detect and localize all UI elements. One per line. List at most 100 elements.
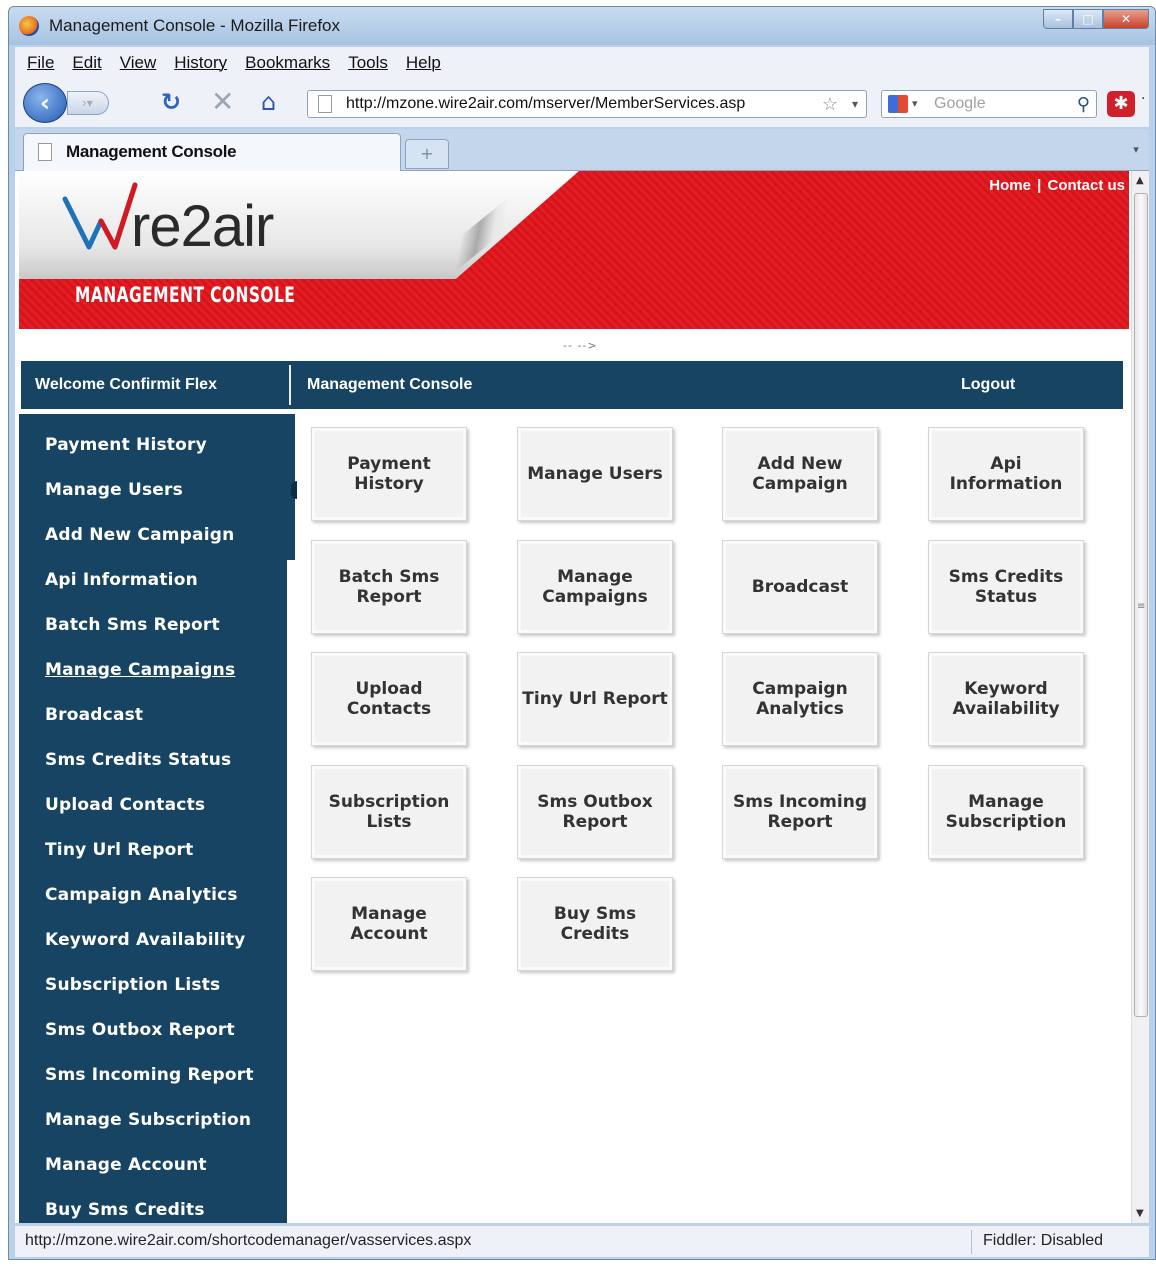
sidebar-item-sms-incoming-report[interactable]: Sms Incoming Report [45, 1065, 254, 1085]
back-button[interactable]: ‹ [23, 83, 67, 123]
logout-link[interactable]: Logout [961, 376, 1015, 394]
tab-list-dropdown-icon[interactable]: ▾ [1127, 143, 1145, 165]
tile-subscription-lists[interactable]: Subscription Lists [311, 765, 467, 859]
tile-sms-credits-status[interactable]: Sms Credits Status [928, 540, 1084, 634]
tile-tiny-url-report[interactable]: Tiny Url Report [517, 652, 673, 746]
addon-icon[interactable]: ✱ [1107, 91, 1135, 117]
fiddler-status[interactable]: Fiddler: Disabled [983, 1232, 1103, 1250]
status-divider [971, 1230, 972, 1254]
search-icon[interactable]: ⚲ [1077, 91, 1090, 117]
new-tab-button[interactable]: + [405, 139, 449, 169]
menu-view[interactable]: View [120, 53, 157, 73]
sidebar-notch-tip [291, 481, 297, 499]
tile-batch-sms-report[interactable]: Batch Sms Report [311, 540, 467, 634]
page-icon [318, 95, 332, 113]
toolbar-overflow-icon[interactable]: · [1141, 91, 1145, 107]
window-title: Management Console - Mozilla Firefox [49, 16, 341, 35]
page-title: Management Console [307, 376, 473, 393]
bookmark-star-icon[interactable]: ☆ [822, 91, 838, 117]
sidebar-item-sms-outbox-report[interactable]: Sms Outbox Report [45, 1020, 235, 1040]
tile-campaign-analytics[interactable]: Campaign Analytics [722, 652, 878, 746]
tile-api-information[interactable]: Api Information [928, 427, 1084, 521]
maximize-button[interactable]: □ [1073, 9, 1103, 29]
sidebar-item-buy-sms-credits[interactable]: Buy Sms Credits [45, 1200, 205, 1220]
search-input[interactable]: ▾ Google ⚲ [881, 90, 1097, 118]
search-placeholder: Google [934, 95, 986, 112]
tile-sms-incoming-report[interactable]: Sms Incoming Report [722, 765, 878, 859]
tile-manage-users[interactable]: Manage Users [517, 427, 673, 521]
sidebar-item-manage-account[interactable]: Manage Account [45, 1155, 207, 1175]
tile-sms-outbox-report[interactable]: Sms Outbox Report [517, 765, 673, 859]
sidebar-item-tiny-url-report[interactable]: Tiny Url Report [45, 840, 193, 860]
forward-dropdown-icon: ›▾ [82, 96, 93, 110]
sidebar-item-upload-contacts[interactable]: Upload Contacts [45, 795, 205, 815]
menu-bar: File Edit View History Bookmarks Tools H… [15, 47, 1149, 79]
back-arrow-icon: ‹ [40, 89, 50, 117]
forward-button[interactable]: ›▾ [67, 91, 109, 115]
header-bar: Welcome Confirmit Flex Management Consol… [21, 361, 1123, 409]
wire2air-w-logo-icon [62, 182, 138, 250]
status-bar: http://mzone.wire2air.com/shortcodemanag… [15, 1225, 1149, 1257]
navigation-toolbar: ‹ ›▾ ↻ ✕ ⌂ http://mzone.wire2air.com/mse… [15, 79, 1149, 127]
title-bar: Management Console - Mozilla Firefox – □… [9, 7, 1155, 45]
url-dropdown-icon[interactable]: ▾ [852, 91, 858, 117]
welcome-text: Welcome Confirmit Flex [35, 376, 217, 393]
scrollbar-grip-icon: ≡ [1137, 601, 1146, 612]
header-divider [289, 365, 291, 405]
home-link[interactable]: Home [989, 177, 1031, 194]
reload-icon[interactable]: ↻ [161, 89, 181, 115]
menu-file[interactable]: File [27, 53, 54, 73]
sidebar-item-subscription-lists[interactable]: Subscription Lists [45, 975, 220, 995]
link-separator: | [1037, 177, 1042, 194]
tab-page-icon [38, 143, 52, 161]
sidebar-item-manage-campaigns[interactable]: Manage Campaigns [45, 660, 235, 680]
menu-bookmarks[interactable]: Bookmarks [245, 53, 330, 73]
top-links: Home | Contact us [989, 177, 1125, 194]
sidebar-item-keyword-availability[interactable]: Keyword Availability [45, 930, 245, 950]
tab-bar: Management Console + ▾ [15, 129, 1149, 171]
firefox-logo-icon [19, 16, 39, 36]
page-content: re2air MANAGEMENT CONSOLE Home | Contact… [15, 171, 1149, 1223]
search-engine-dropdown-icon[interactable]: ▾ [912, 91, 918, 117]
tile-payment-history[interactable]: Payment History [311, 427, 467, 521]
tab-management-console[interactable]: Management Console [23, 133, 401, 171]
tile-buy-sms-credits[interactable]: Buy Sms Credits [517, 877, 673, 971]
sidebar-item-payment-history[interactable]: Payment History [45, 435, 207, 455]
url-text: http://mzone.wire2air.com/mserver/Member… [346, 95, 746, 112]
tile-manage-account[interactable]: Manage Account [311, 877, 467, 971]
management-console-banner: MANAGEMENT CONSOLE [75, 283, 296, 307]
tile-upload-contacts[interactable]: Upload Contacts [311, 652, 467, 746]
sidebar-item-manage-users[interactable]: Manage Users [45, 480, 183, 500]
sidebar-item-campaign-analytics[interactable]: Campaign Analytics [45, 885, 238, 905]
minimize-button[interactable]: – [1043, 9, 1073, 29]
tile-manage-campaigns[interactable]: Manage Campaigns [517, 540, 673, 634]
sidebar-item-add-new-campaign[interactable]: Add New Campaign [45, 525, 234, 545]
menu-help[interactable]: Help [406, 53, 441, 73]
tab-label: Management Console [66, 142, 237, 161]
sidebar-item-manage-subscription[interactable]: Manage Subscription [45, 1110, 251, 1130]
url-bar[interactable]: http://mzone.wire2air.com/mserver/Member… [307, 90, 867, 118]
stop-icon[interactable]: ✕ [211, 88, 234, 116]
home-icon[interactable]: ⌂ [261, 89, 276, 115]
browser-window: Management Console - Mozilla Firefox – □… [8, 6, 1156, 1260]
tile-manage-subscription[interactable]: Manage Subscription [928, 765, 1084, 859]
sidebar-item-broadcast[interactable]: Broadcast [45, 705, 143, 725]
tile-add-new-campaign[interactable]: Add New Campaign [722, 427, 878, 521]
status-url: http://mzone.wire2air.com/shortcodemanag… [25, 1232, 472, 1249]
stray-comment-text: -- --> [563, 339, 598, 352]
menu-tools[interactable]: Tools [348, 53, 388, 73]
close-button[interactable]: ✕ [1103, 9, 1149, 29]
site-header: re2air MANAGEMENT CONSOLE Home | Contact… [19, 171, 1129, 329]
tile-keyword-availability[interactable]: Keyword Availability [928, 652, 1084, 746]
menu-edit[interactable]: Edit [72, 53, 101, 73]
contact-us-link[interactable]: Contact us [1047, 177, 1125, 194]
scroll-down-icon[interactable]: ▼ [1136, 1208, 1144, 1219]
menu-history[interactable]: History [174, 53, 227, 73]
search-engine-icon[interactable] [888, 95, 908, 113]
scroll-up-icon[interactable]: ▲ [1136, 175, 1144, 186]
sidebar-item-api-information[interactable]: Api Information [45, 570, 198, 590]
sidebar-item-batch-sms-report[interactable]: Batch Sms Report [45, 615, 220, 635]
vertical-scrollbar[interactable]: ▲ ≡ ▼ [1131, 171, 1149, 1223]
tile-broadcast[interactable]: Broadcast [722, 540, 878, 634]
sidebar-item-sms-credits-status[interactable]: Sms Credits Status [45, 750, 231, 770]
